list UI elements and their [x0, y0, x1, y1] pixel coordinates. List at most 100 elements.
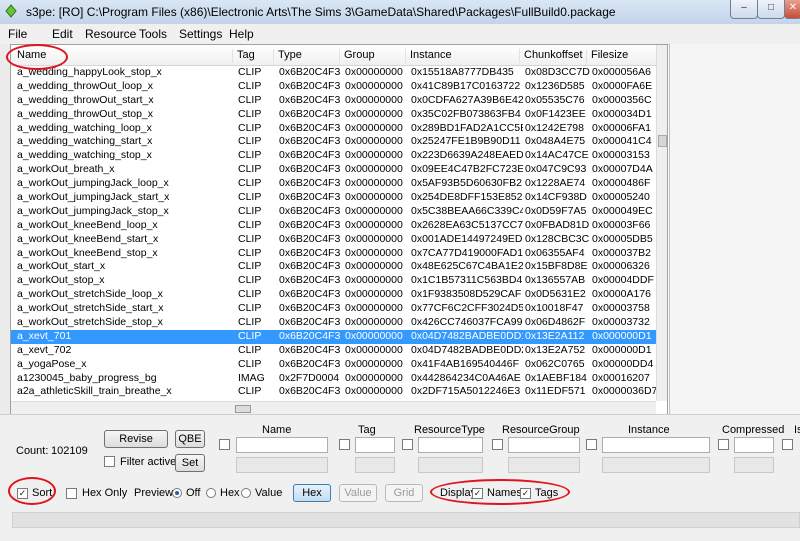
column-header-group[interactable]: Group [339, 49, 406, 63]
column-header-filesize[interactable]: Filesize [586, 49, 653, 63]
qbe-button[interactable]: QBE [175, 430, 205, 448]
table-row[interactable]: a_wedding_watching_loop_x CLIP 0x6B20C4F3 0… [11, 122, 656, 136]
hex-only-checkbox[interactable] [66, 488, 77, 499]
cell-name: a_workOut_stop_x [17, 274, 105, 287]
resource-list[interactable]: Name Tag Type Group Instance Chunkoffset… [10, 44, 668, 416]
cell-tag: CLIP [238, 260, 262, 273]
table-row[interactable]: a_workOut_stretchSide_stop_x CLIP 0x6B20C4… [11, 316, 656, 330]
column-header-name[interactable]: Name [11, 49, 231, 63]
menu-resource[interactable]: Resource [85, 27, 136, 41]
cell-instance: 0x48E625C67C4BA1E2 [411, 260, 523, 273]
table-row[interactable]: a_workOut_kneeBend_stop_x CLIP 0x6B20C4F3 0… [11, 247, 656, 261]
cell-instance: 0x289BD1FAD2A1CC5B [411, 121, 523, 134]
table-row[interactable]: a_xevt_702 CLIP 0x6B20C4F3 0x00000000 0x04D7… [11, 344, 656, 358]
names-checkbox[interactable]: ✓ [472, 488, 483, 499]
filter-resourcegroup-checkbox[interactable] [492, 439, 503, 450]
cell-group: 0x00000000 [345, 204, 403, 217]
preview-value-radio[interactable] [241, 488, 251, 498]
filter-compressed-label: Compressed [722, 424, 785, 436]
table-row[interactable]: a_workOut_stop_x CLIP 0x6B20C4F3 0x00000000… [11, 274, 656, 288]
tags-checkbox[interactable]: ✓ [520, 488, 531, 499]
cell-name: a_wedding_happyLook_stop_x [17, 66, 162, 78]
filter-tag-checkbox[interactable] [339, 439, 350, 450]
column-header-tag[interactable]: Tag [232, 49, 273, 63]
horizontal-scroll-thumb[interactable] [235, 405, 251, 413]
table-row[interactable]: a_wedding_watching_start_x CLIP 0x6B20C4F3… [11, 135, 656, 149]
value-button[interactable]: Value [339, 484, 377, 502]
sort-label: Sort [32, 487, 53, 499]
filter-name-input[interactable] [236, 437, 328, 453]
preview-hex-radio[interactable] [206, 488, 216, 498]
table-row[interactable]: a_yogaPose_x CLIP 0x6B20C4F3 0x00000000 0x41… [11, 358, 656, 372]
column-header-chunkoffset[interactable]: Chunkoffset [519, 49, 586, 63]
table-row[interactable]: a1230045_baby_progress_bg IMAG 0x2F7D0004 0… [11, 372, 656, 386]
table-row[interactable]: a_workOut_stretchSide_loop_x CLIP 0x6B20C4… [11, 288, 656, 302]
cell-type: 0x2F7D0004 [279, 371, 340, 384]
table-row[interactable]: a_workOut_start_x CLIP 0x6B20C4F3 0x0000000… [11, 260, 656, 274]
grid-button[interactable]: Grid [385, 484, 423, 502]
table-row[interactable]: a_xevt_701 CLIP 0x6B20C4F3 0x00000000 0x04D7… [11, 329, 656, 344]
cell-type: 0x6B20C4F3 [279, 246, 341, 259]
menu-settings[interactable]: Settings [179, 27, 222, 41]
cell-instance: 0x04D7482BADBE0DD1 [411, 329, 523, 342]
minimize-button[interactable]: – [730, 0, 758, 19]
table-row[interactable]: a_workOut_kneeBend_start_x CLIP 0x6B20C4F3… [11, 233, 656, 247]
cell-size: 0x00003F66 [592, 218, 651, 231]
cell-size: 0x000000D1 [592, 343, 652, 356]
vertical-scrollbar[interactable] [656, 45, 667, 401]
cell-name: a_wedding_watching_stop_x [17, 149, 152, 162]
filter-compressed-checkbox[interactable] [718, 439, 729, 450]
maximize-button[interactable]: □ [757, 0, 785, 19]
filter-name-checkbox[interactable] [219, 439, 230, 450]
preview-off-radio[interactable] [172, 488, 182, 498]
column-header-instance[interactable]: Instance [405, 49, 518, 63]
filter-instance-input[interactable] [602, 437, 710, 453]
preview-hex-label: Hex [220, 487, 240, 499]
cell-tag: CLIP [238, 163, 262, 176]
preview-pane [669, 44, 800, 414]
cell-chunk: 0x08D3CC7D [525, 66, 590, 78]
table-row[interactable]: a_wedding_throwOut_start_x CLIP 0x6B20C4F3… [11, 94, 656, 108]
cell-name: a1230045_baby_progress_bg [17, 371, 157, 384]
menu-file[interactable]: File [8, 27, 27, 41]
filter-active-checkbox[interactable] [104, 456, 115, 467]
filter-instance-checkbox[interactable] [586, 439, 597, 450]
table-row[interactable]: a_workOut_jumpingJack_start_x CLIP 0x6B20C… [11, 191, 656, 205]
close-button[interactable]: ✕ [784, 0, 800, 19]
menu-help[interactable]: Help [229, 27, 254, 41]
table-row[interactable]: a2a_athleticSkill_train_breathe_x CLIP 0x6… [11, 385, 656, 399]
vertical-scroll-thumb[interactable] [658, 135, 667, 147]
cell-size: 0x0000036D7 [592, 385, 656, 398]
cell-chunk: 0x05535C76 [525, 93, 585, 106]
revise-button[interactable]: Revise [104, 430, 168, 448]
table-row[interactable]: a_wedding_happyLook_stop_x CLIP 0x6B20C4F3… [11, 66, 656, 80]
filter-is-checkbox[interactable] [782, 439, 793, 450]
cell-chunk: 0x1242E798 [525, 121, 584, 134]
filter-resourcegroup-input[interactable] [508, 437, 580, 453]
filter-tag-input-2 [355, 457, 395, 473]
cell-chunk: 0x06355AF4 [525, 246, 585, 259]
cell-instance: 0x25247FE1B9B90D11 [411, 135, 521, 148]
table-row[interactable]: a_workOut_breath_x CLIP 0x6B20C4F3 0x000000… [11, 163, 656, 177]
status-strip [12, 512, 800, 528]
set-button[interactable]: Set [175, 454, 205, 472]
filter-resourcetype-input[interactable] [418, 437, 483, 453]
filter-resourcetype-checkbox[interactable] [402, 439, 413, 450]
sort-checkbox[interactable]: ✓ [17, 488, 28, 499]
menu-edit[interactable]: Edit [52, 27, 73, 41]
menu-tools[interactable]: Tools [139, 27, 167, 41]
table-row[interactable]: a_workOut_jumpingJack_loop_x CLIP 0x6B20C4… [11, 177, 656, 191]
table-row[interactable]: a_wedding_throwOut_stop_x CLIP 0x6B20C4F3 0… [11, 108, 656, 122]
table-row[interactable]: a_workOut_kneeBend_loop_x CLIP 0x6B20C4F3 0… [11, 219, 656, 233]
hex-button[interactable]: Hex [293, 484, 331, 502]
cell-size: 0x000049EC [592, 204, 653, 217]
table-row[interactable]: a_workOut_jumpingJack_stop_x CLIP 0x6B20C4… [11, 205, 656, 219]
table-row[interactable]: a_wedding_throwOut_loop_x CLIP 0x6B20C4F3 0… [11, 80, 656, 94]
filter-tag-input[interactable] [355, 437, 395, 453]
table-row[interactable]: a_workOut_stretchSide_start_x CLIP 0x6B20C… [11, 302, 656, 316]
cell-chunk: 0x136557AB [525, 274, 586, 287]
cell-size: 0x00005DB5 [592, 232, 653, 245]
table-row[interactable]: a_wedding_watching_stop_x CLIP 0x6B20C4F3 0… [11, 149, 656, 163]
column-header-type[interactable]: Type [273, 49, 338, 63]
filter-compressed-input[interactable] [734, 437, 774, 453]
